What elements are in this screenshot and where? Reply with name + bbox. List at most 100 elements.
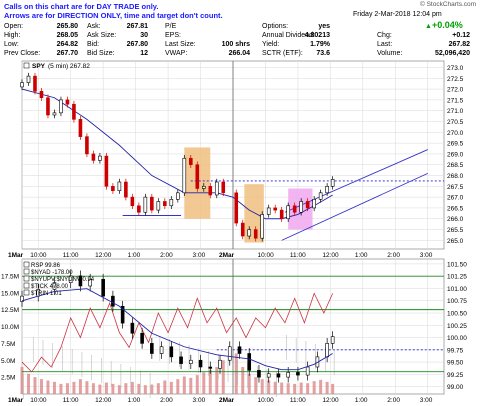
price-y-tick-label: 272.0 [447, 87, 464, 94]
price-y-tick-label: 269.0 [447, 151, 464, 158]
indicator-x-tick-label: 1Mar [8, 397, 24, 404]
indicator-legend-item: $NYUPV:$NYDNV 0.94 [31, 277, 95, 283]
candle-body [72, 103, 76, 120]
price-y-tick-label: 267.0 [447, 195, 464, 202]
price-y-tick-label: 273.0 [447, 65, 464, 72]
volume-bar [39, 379, 43, 394]
candle-body [78, 119, 83, 137]
breadth-candle [159, 346, 164, 354]
candle-body [46, 97, 50, 116]
indicator-y-left-label: 7.5M [1, 341, 15, 348]
indicator-x-tick-label: 11:00 [63, 397, 79, 404]
breadth-candle [247, 353, 252, 371]
indicator-x-tick-label: 12:00 [95, 397, 112, 404]
volume-bar [124, 383, 128, 394]
volume-bar [299, 382, 303, 394]
volume-bar [234, 353, 238, 394]
volume-bar [202, 372, 206, 394]
candle-body [156, 201, 161, 211]
candle-body [26, 75, 31, 83]
candle-body [150, 196, 154, 211]
price-y-tick-label: 270.5 [447, 119, 464, 126]
legend-swatch [23, 268, 30, 275]
volume-bar [325, 381, 329, 394]
legend-swatch [23, 275, 30, 282]
price-y-tick-label: 270.0 [447, 130, 464, 137]
price-y-tick-label: 265.5 [447, 227, 464, 234]
volume-bar [247, 373, 251, 394]
candle-body [111, 186, 115, 191]
candle-body [65, 99, 70, 105]
price-x-tick-label: 12:00 [95, 252, 112, 259]
candle-body [124, 181, 128, 198]
price-y-tick-label: 271.0 [447, 108, 464, 115]
candle-body [117, 181, 122, 191]
candle-body [33, 75, 37, 92]
candle-body [266, 207, 271, 215]
price-x-tick-label: 12:00 [322, 252, 339, 259]
indicator-x-tick-label: 10:00 [257, 397, 274, 404]
volume-bar [254, 377, 258, 394]
candle-body [279, 209, 284, 220]
candle-body [130, 196, 135, 207]
price-y-tick-label: 266.0 [447, 216, 464, 223]
volume-bar [117, 385, 121, 394]
indicator-y-right-label: 99.50 [447, 360, 464, 367]
candle-body [299, 201, 303, 213]
indicator-y-right-label: 100.00 [447, 335, 467, 342]
breadth-candle [330, 336, 335, 344]
indicator-y-left-label: 5.0M [1, 358, 15, 365]
indicator-x-tick-label: 12:00 [322, 397, 339, 404]
volume-bar [156, 383, 160, 394]
breadth-candle [101, 278, 105, 297]
breadth-candle [296, 372, 300, 376]
indicator-y-right-label: 100.50 [447, 311, 467, 318]
stock-chart: 273.0 272.5 272.0 271.5 271.0 270.5 270.0 269.5… [1, 60, 467, 404]
indicator-legend-item: $TICK 478.00 [31, 284, 69, 290]
volume-bar [273, 381, 277, 394]
candle-body [325, 186, 329, 194]
candle-body [312, 198, 316, 209]
candle-body [85, 136, 89, 155]
indicator-x-tick-label: 3:00 [420, 397, 433, 404]
indicator-legend-item: $TRIN 1.01 [31, 291, 62, 297]
candle-body [176, 192, 180, 200]
volume-bar [312, 381, 316, 394]
volume-bar [52, 381, 56, 394]
volume-bar [331, 383, 335, 394]
candle-body [208, 186, 213, 196]
volume-bar [182, 376, 186, 394]
price-x-tick-label: 11:00 [63, 252, 79, 259]
breadth-candle [325, 343, 329, 358]
price-x-tick-label: 1:00 [128, 252, 141, 259]
indicator-legend-item: $NYAD -178.00 [31, 270, 73, 276]
candle-body [137, 205, 141, 213]
volume-bar [280, 382, 284, 394]
indicator-y-left-label: 15.0M [1, 290, 19, 297]
indicator-x-tick-label: 11:00 [290, 397, 306, 404]
volume-bar [104, 382, 108, 394]
indicator-y-left-label: 2.5M [1, 375, 15, 382]
volume-bar [85, 381, 89, 394]
price-y-tick-label: 266.5 [447, 205, 464, 212]
indicator-y-left-label: 17.5M [1, 273, 19, 280]
price-y-tick-label: 269.5 [447, 141, 464, 148]
volume-bar [33, 377, 37, 394]
price-x-tick-label: 3:00 [193, 252, 206, 259]
legend-swatch [23, 282, 30, 289]
indicator-y-right-label: 99.25 [447, 372, 464, 379]
indicator-y-right-label: 101.50 [447, 261, 467, 268]
indicator-x-tick-label: 2:00 [160, 397, 173, 404]
breadth-candle [189, 359, 193, 364]
candle-body [221, 181, 226, 194]
candle-body [195, 164, 200, 189]
price-x-tick-label: 2:00 [160, 252, 173, 259]
volume-bar [221, 360, 225, 394]
price-x-tick-label: 2:00 [387, 252, 400, 259]
price-y-tick-label: 272.5 [447, 76, 464, 83]
candle-body [59, 99, 63, 114]
breadth-candle [227, 346, 232, 361]
volume-bar [26, 373, 30, 394]
indicator-x-tick-label: 2Mar [219, 397, 235, 404]
breadth-candle [276, 373, 281, 378]
